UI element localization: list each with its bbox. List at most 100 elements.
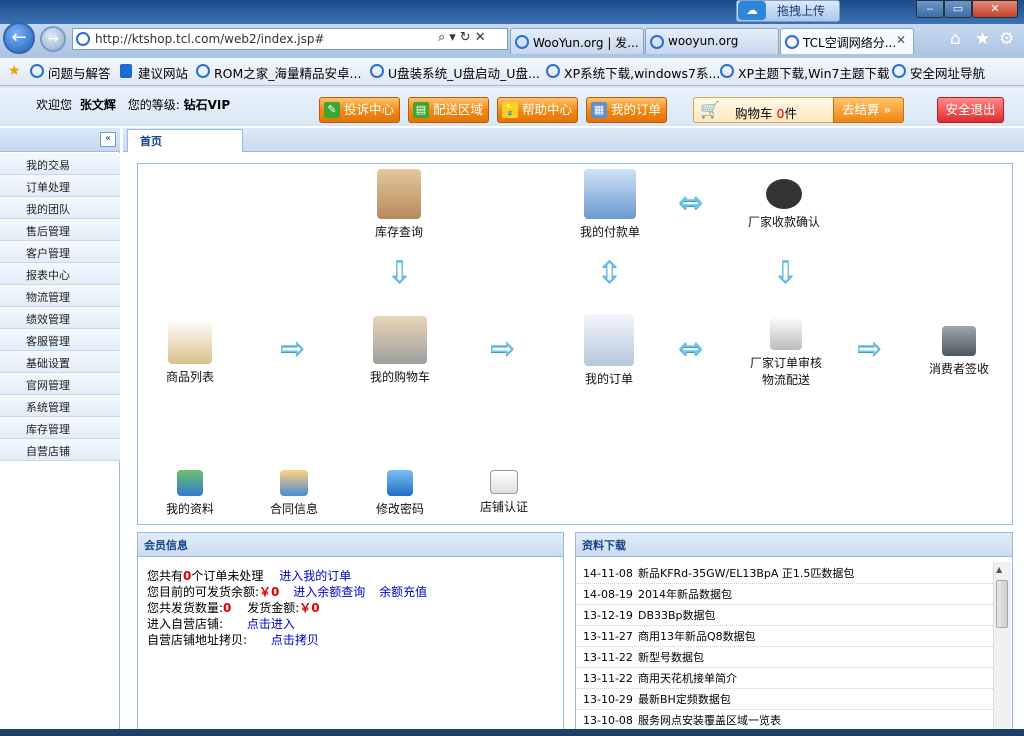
ie-icon — [196, 64, 210, 78]
fav-item[interactable]: 建议网站 — [120, 63, 188, 82]
ie-icon — [785, 35, 799, 49]
factory-payment-confirm-node[interactable]: 厂家收款确认 — [744, 179, 824, 230]
scrollbar-thumb[interactable] — [996, 580, 1008, 628]
tab-wooyun-1[interactable]: WooYun.org | 发... — [510, 28, 644, 54]
download-row[interactable]: 13-11-27 商用13年新品Q8数据包 — [577, 626, 993, 647]
text: 自营店铺地址拷贝: — [147, 633, 248, 647]
sidebar-item[interactable]: 库存管理 — [0, 417, 120, 439]
home-icon[interactable]: ⌂ — [950, 29, 961, 49]
delivery-area-button[interactable]: ▤ 配送区域 — [408, 97, 489, 123]
download-title: DB33Bp数据包 — [638, 609, 716, 622]
product-list-node[interactable]: 商品列表 — [160, 320, 220, 385]
node-label: 库存查询 — [374, 225, 423, 239]
forward-button[interactable]: → — [40, 26, 66, 52]
text: 您目前的可发货余额: — [147, 585, 260, 599]
consumer-signoff-node[interactable]: 消费者签收 — [927, 326, 991, 377]
sidebar-item[interactable]: 物流管理 — [0, 285, 120, 307]
close-tab-icon[interactable]: ✕ — [896, 33, 906, 47]
node-label: 我的资料 — [165, 502, 214, 516]
handshake-icon — [280, 470, 308, 496]
download-row[interactable]: 14-08-19 2014年新品数据包 — [577, 584, 993, 605]
double-chevron-left-icon[interactable]: « — [100, 132, 116, 147]
my-cart-node[interactable]: 我的购物车 — [366, 316, 434, 385]
factory-audit-node[interactable]: 厂家订单审核 物流配送 — [744, 318, 828, 388]
download-row[interactable]: 13-12-19 DB33Bp数据包 — [577, 605, 993, 626]
logout-button[interactable]: 安全退出 — [937, 97, 1004, 123]
sidebar-item[interactable]: 我的团队 — [0, 197, 120, 219]
back-button[interactable]: ← — [3, 22, 35, 54]
ie-icon — [370, 64, 384, 78]
my-orders-button[interactable]: ▦ 我的订单 — [586, 97, 667, 123]
fav-item[interactable]: ROM之家_海量精品安卓... — [196, 63, 361, 82]
download-row[interactable]: 13-11-22 新型号数据包 — [577, 647, 993, 668]
user-profile-icon — [177, 470, 203, 496]
checkout-button[interactable]: 去结算 » — [833, 97, 904, 123]
my-orders-link[interactable]: 进入我的订单 — [279, 569, 351, 583]
store-address-line: 自营店铺地址拷贝: 点击拷贝 — [147, 631, 319, 648]
sidebar-item[interactable]: 售后管理 — [0, 219, 120, 241]
contract-info-node[interactable]: 合同信息 — [264, 470, 324, 517]
fav-item[interactable]: 安全网址导航 — [892, 63, 985, 82]
text: 您共发货数量: — [147, 601, 224, 615]
sidebar-item[interactable]: 系统管理 — [0, 395, 120, 417]
close-button[interactable]: ✕ — [972, 0, 1018, 18]
ie-icon — [546, 64, 560, 78]
tab-home[interactable]: 首页 — [127, 129, 243, 152]
fav-item[interactable]: XP系统下载,windows7系... — [546, 63, 720, 82]
sidebar-item[interactable]: 自营店铺 — [0, 439, 120, 461]
node-label: 消费者签收 — [928, 362, 989, 376]
store-cert-node[interactable]: 店铺认证 — [474, 470, 534, 515]
fav-item[interactable]: XP主题下载,Win7主题下载 — [720, 63, 890, 82]
sidebar-item[interactable]: 官网管理 — [0, 373, 120, 395]
my-payment-node[interactable]: 我的付款单 — [576, 169, 644, 240]
change-password-node[interactable]: 修改密码 — [370, 470, 430, 517]
download-date: 14-11-08 — [583, 567, 633, 580]
minimize-button[interactable]: ‒ — [916, 0, 944, 18]
download-row[interactable]: 13-10-29 最新BH定频数据包 — [577, 689, 993, 710]
sidebar-item[interactable]: 报表中心 — [0, 263, 120, 285]
welcome-prefix: 欢迎您 — [36, 98, 73, 112]
fav-item[interactable]: ★ 问题与解答 — [8, 63, 111, 82]
sidebar-item[interactable]: 基础设置 — [0, 351, 120, 373]
node-label: 厂家收款确认 — [747, 215, 820, 229]
ie-icon — [892, 64, 906, 78]
stock-query-node[interactable]: 库存查询 — [369, 169, 429, 240]
favorites-star-icon[interactable]: ★ — [975, 29, 990, 49]
fav-label: XP系统下载,windows7系... — [564, 66, 721, 81]
complaint-button[interactable]: ✎ 投诉中心 — [319, 97, 400, 123]
welcome-text: 欢迎您 张文辉 您的等级: 钻石VIP — [36, 96, 230, 113]
my-orders-node[interactable]: 我的订单 — [579, 314, 639, 387]
sidebar-item[interactable]: 客户管理 — [0, 241, 120, 263]
gear-icon[interactable]: ⚙ — [999, 29, 1014, 49]
balance-value: ￥0 — [259, 585, 280, 599]
sidebar-item[interactable]: 我的交易 — [0, 153, 120, 175]
certificate-icon — [490, 470, 518, 494]
copy-address-link[interactable]: 点击拷贝 — [271, 633, 319, 647]
balance-query-link[interactable]: 进入余额查询 — [293, 585, 365, 599]
truck-icon: ▤ — [413, 102, 429, 118]
node-label: 我的订单 — [584, 372, 633, 386]
sidebar-item[interactable]: 绩效管理 — [0, 307, 120, 329]
button-label: 我的订单 — [611, 102, 662, 117]
help-center-button[interactable]: 💡 帮助中心 — [497, 97, 578, 123]
tab-wooyun-2[interactable]: wooyun.org — [645, 28, 779, 54]
download-row[interactable]: 13-10-08 服务网点安装覆盖区域一览表 — [577, 710, 993, 731]
node-label: 店铺认证 — [479, 500, 528, 514]
fav-item[interactable]: U盘装系统_U盘启动_U盘... — [370, 63, 540, 82]
download-row[interactable]: 13-11-22 商用天花机接单简介 — [577, 668, 993, 689]
sidebar-item[interactable]: 订单处理 — [0, 175, 120, 197]
sidebar-item[interactable]: 客服管理 — [0, 329, 120, 351]
recharge-link[interactable]: 余额充值 — [379, 585, 427, 599]
tab-tcl[interactable]: TCL空调网络分... — [780, 28, 914, 54]
ie-icon — [515, 35, 529, 49]
arrow-down-icon: ⇩ — [387, 255, 413, 290]
scroll-up-icon[interactable]: ▲ — [996, 565, 1002, 574]
enter-store-link[interactable]: 点击进入 — [247, 617, 295, 631]
maximize-button[interactable]: ▭ — [944, 0, 972, 18]
search-refresh-stop-icons[interactable]: ⌕▾↻✕ — [438, 30, 490, 45]
download-title: 新品KFRd-35GW/EL13BpA 正1.5匹数据包 — [638, 567, 855, 580]
fav-label: 建议网站 — [138, 66, 189, 81]
my-profile-node[interactable]: 我的资料 — [160, 470, 220, 517]
balance-line: 您目前的可发货余额:￥0 进入余额查询 余额充值 — [147, 583, 427, 600]
download-row[interactable]: 14-11-08 新品KFRd-35GW/EL13BpA 正1.5匹数据包 — [577, 563, 993, 584]
